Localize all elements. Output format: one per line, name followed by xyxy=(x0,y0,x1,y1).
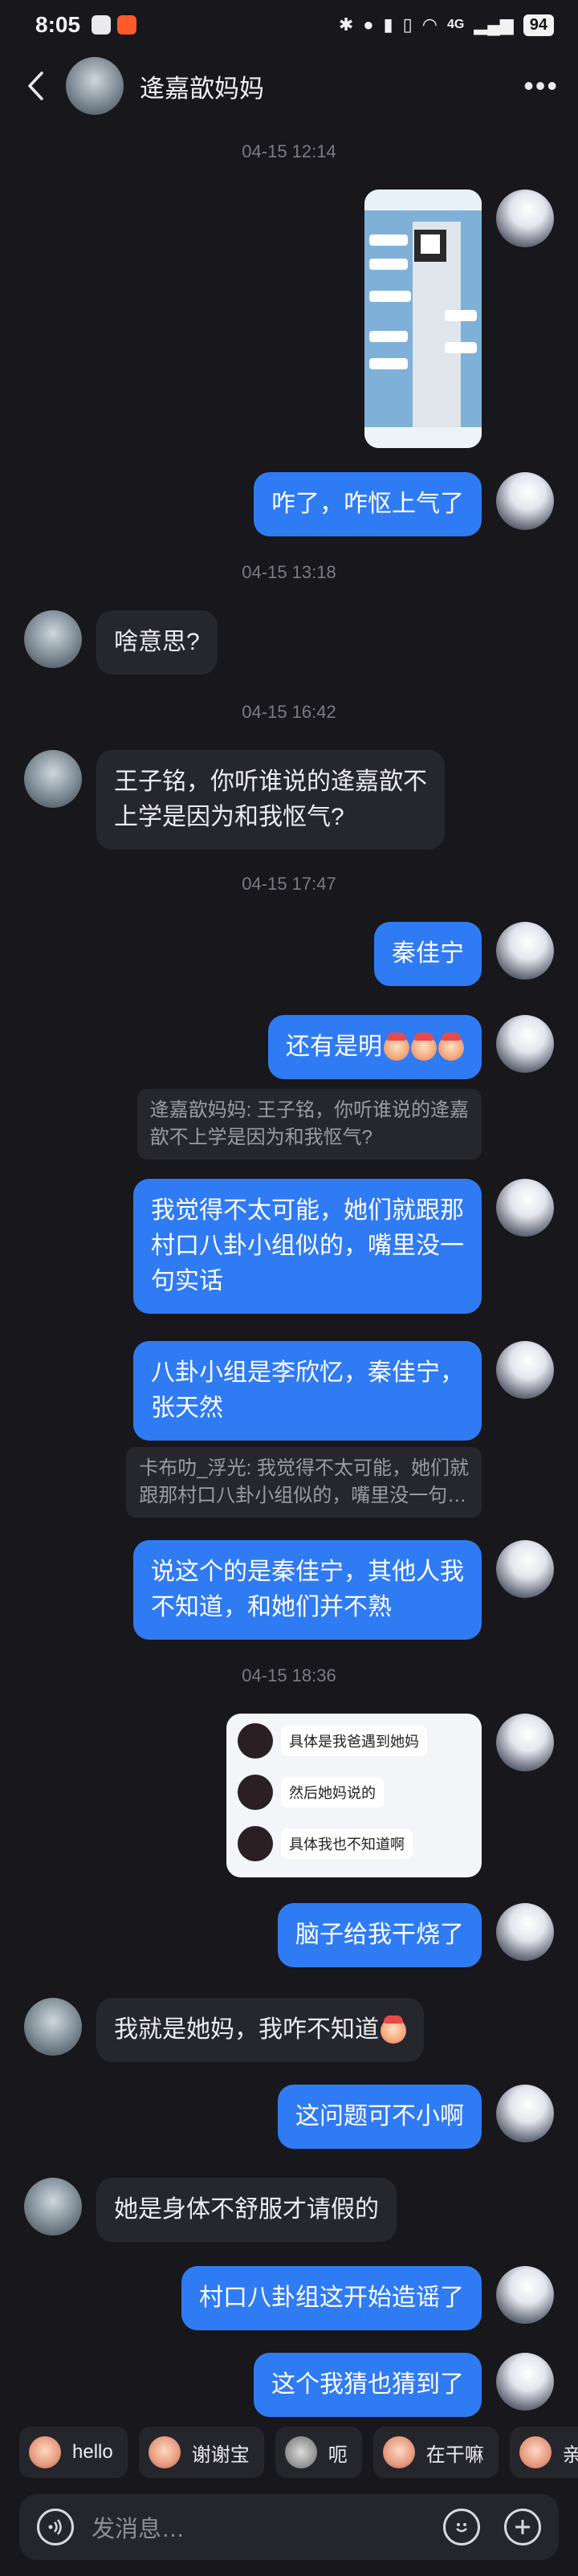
wifi-icon: ◠ xyxy=(421,14,438,35)
my-avatar[interactable] xyxy=(496,1015,554,1073)
sticker-icon xyxy=(519,2436,552,2468)
image-avatar xyxy=(238,1723,273,1759)
my-avatar[interactable] xyxy=(496,472,554,530)
quoted-reply[interactable]: 卡布叻_浮光: 我觉得不太可能，她们就 跟那村口八卦小组似的，嘴里没一句… xyxy=(126,1447,482,1518)
location-icon: ● xyxy=(363,14,374,35)
chip-label: 呃 xyxy=(328,2444,348,2466)
plus-icon xyxy=(515,2520,530,2534)
my-avatar[interactable] xyxy=(496,2266,554,2324)
timestamp: 04-15 12:14 xyxy=(242,141,336,161)
my-avatar[interactable] xyxy=(496,190,554,247)
voice-icon[interactable] xyxy=(37,2509,74,2545)
status-bar: 8:05 ✱ ● ▮ ▯ ◠ 4G ▂▄▆ 94 xyxy=(0,0,578,50)
contact-avatar[interactable] xyxy=(66,57,124,115)
chip-label: hello xyxy=(72,2441,113,2463)
timestamp: 04-15 18:36 xyxy=(242,1665,336,1685)
contact-avatar[interactable] xyxy=(24,610,82,668)
image-chat-line: 具体是我爸遇到她妈 xyxy=(238,1723,427,1759)
message-bubble[interactable]: 村口八卦组这开始造谣了 xyxy=(181,2266,482,2330)
chip-label: 在干嘛 xyxy=(425,2444,484,2466)
message-bubble[interactable]: 这个我猜也猜到了 xyxy=(254,2353,482,2417)
image-chat-text: 具体我也不知道啊 xyxy=(281,1828,413,1859)
image-chat-line: 然后她妈说的 xyxy=(238,1775,384,1810)
message-bubble[interactable]: 说这个的是秦佳宁，其他人我 不知道，和她们并不熟 xyxy=(133,1540,482,1640)
message-bubble[interactable]: 她是身体不舒服才请假的 xyxy=(96,2178,397,2242)
emoji-icon xyxy=(438,1033,464,1062)
plus-button[interactable] xyxy=(504,2509,541,2545)
timestamp: 04-15 16:42 xyxy=(242,702,336,722)
app-notification-icon xyxy=(92,15,112,35)
quick-reply-chip[interactable]: 在干嘛 xyxy=(372,2427,499,2478)
chip-label: 亲 xyxy=(562,2444,578,2466)
chat-header: 逄嘉歆妈妈 ••• xyxy=(0,50,578,122)
my-avatar[interactable] xyxy=(496,2353,554,2411)
image-chat-text: 然后她妈说的 xyxy=(281,1777,384,1808)
message-bubble[interactable]: 我觉得不太可能，她们就跟那 村口八卦小组似的，嘴里没一 句实话 xyxy=(133,1179,482,1314)
message-bubble[interactable]: 脑子给我干烧了 xyxy=(278,1903,482,1967)
sticker-icon xyxy=(148,2436,181,2468)
status-time: 8:05 xyxy=(35,12,81,37)
vibrate-icon: ▯ xyxy=(402,14,413,35)
message-bubble[interactable]: 我就是她妈，我咋不知道 xyxy=(96,1998,424,2062)
image-avatar xyxy=(238,1775,273,1810)
image-avatar xyxy=(238,1826,273,1861)
quoted-reply[interactable]: 逄嘉歆妈妈: 王子铭，你听谁说的逄嘉 歆不上学是因为和我怄气? xyxy=(136,1089,482,1160)
cat-sticker-icon xyxy=(284,2436,317,2468)
image-message[interactable]: 具体是我爸遇到她妈 然后她妈说的 具体我也不知道啊 xyxy=(226,1714,482,1877)
timestamp: 04-15 13:18 xyxy=(242,562,336,582)
my-avatar[interactable] xyxy=(496,1341,554,1399)
message-bubble[interactable]: 这问题可不小啊 xyxy=(278,2085,482,2149)
network-label: 4G xyxy=(446,18,465,31)
battery-indicator: 94 xyxy=(523,14,554,36)
message-text: 我就是她妈，我咋不知道 xyxy=(114,2016,379,2043)
sticker-icon xyxy=(29,2436,61,2468)
chip-label: 谢谢宝 xyxy=(191,2444,250,2466)
message-bubble[interactable]: 王子铭，你听谁说的逄嘉歆不 上学是因为和我怄气? xyxy=(96,750,445,850)
my-avatar[interactable] xyxy=(496,1179,554,1237)
sound-wave-icon xyxy=(48,2519,62,2535)
my-avatar[interactable] xyxy=(496,922,554,980)
message-bubble[interactable]: 八卦小组是李欣忆，秦佳宁， 张天然 xyxy=(133,1341,482,1441)
sticker-icon xyxy=(382,2436,415,2468)
status-icons: ✱ ● ▮ ▯ ◠ 4G ▂▄▆ 94 xyxy=(339,14,554,36)
screenshot-thumbnail xyxy=(364,190,482,448)
emoji-icon xyxy=(411,1033,437,1062)
chat-title: 逄嘉歆妈妈 xyxy=(140,74,264,103)
quick-reply-chip[interactable]: 谢谢宝 xyxy=(138,2427,264,2478)
chevron-left-icon xyxy=(28,71,43,100)
my-avatar[interactable] xyxy=(496,1714,554,1771)
message-input[interactable]: 发消息… xyxy=(92,2510,185,2544)
app-notification-icon-2 xyxy=(117,15,137,35)
emoji-icon xyxy=(384,1033,409,1062)
back-button[interactable] xyxy=(19,70,51,102)
signal-icon: ▂▄▆ xyxy=(474,14,514,35)
quick-reply-chip[interactable]: 亲 xyxy=(509,2427,578,2478)
image-chat-line: 具体我也不知道啊 xyxy=(238,1826,413,1861)
contact-avatar[interactable] xyxy=(24,1998,82,2056)
timestamp: 04-15 17:47 xyxy=(242,874,336,894)
smiley-icon xyxy=(456,2523,467,2533)
emoji-button[interactable] xyxy=(443,2509,480,2545)
contact-avatar[interactable] xyxy=(24,2178,82,2236)
bluetooth-icon: ✱ xyxy=(338,14,354,35)
message-bubble[interactable]: 咋了，咋怄上气了 xyxy=(254,472,482,536)
my-avatar[interactable] xyxy=(496,1903,554,1961)
quick-reply-bar: hello 谢谢宝 呃 在干嘛 亲 xyxy=(0,2423,578,2481)
message-bubble[interactable]: 啥意思? xyxy=(96,610,218,675)
image-message[interactable] xyxy=(364,190,482,448)
message-bubble[interactable]: 还有是明 xyxy=(268,1015,482,1079)
quick-reply-chip[interactable]: 呃 xyxy=(275,2427,362,2478)
more-options-button[interactable]: ••• xyxy=(523,69,559,103)
message-bubble[interactable]: 秦佳宁 xyxy=(374,922,482,986)
mic-icon: ▮ xyxy=(383,14,393,35)
quick-reply-chip[interactable]: hello xyxy=(19,2427,128,2478)
my-avatar[interactable] xyxy=(496,1540,554,1598)
message-text: 还有是明 xyxy=(286,1033,382,1060)
message-input-bar: 发消息… xyxy=(19,2494,559,2560)
contact-avatar[interactable] xyxy=(24,750,82,808)
my-avatar[interactable] xyxy=(496,2085,554,2142)
image-chat-text: 具体是我爸遇到她妈 xyxy=(281,1726,427,1756)
emoji-icon xyxy=(381,2016,406,2044)
